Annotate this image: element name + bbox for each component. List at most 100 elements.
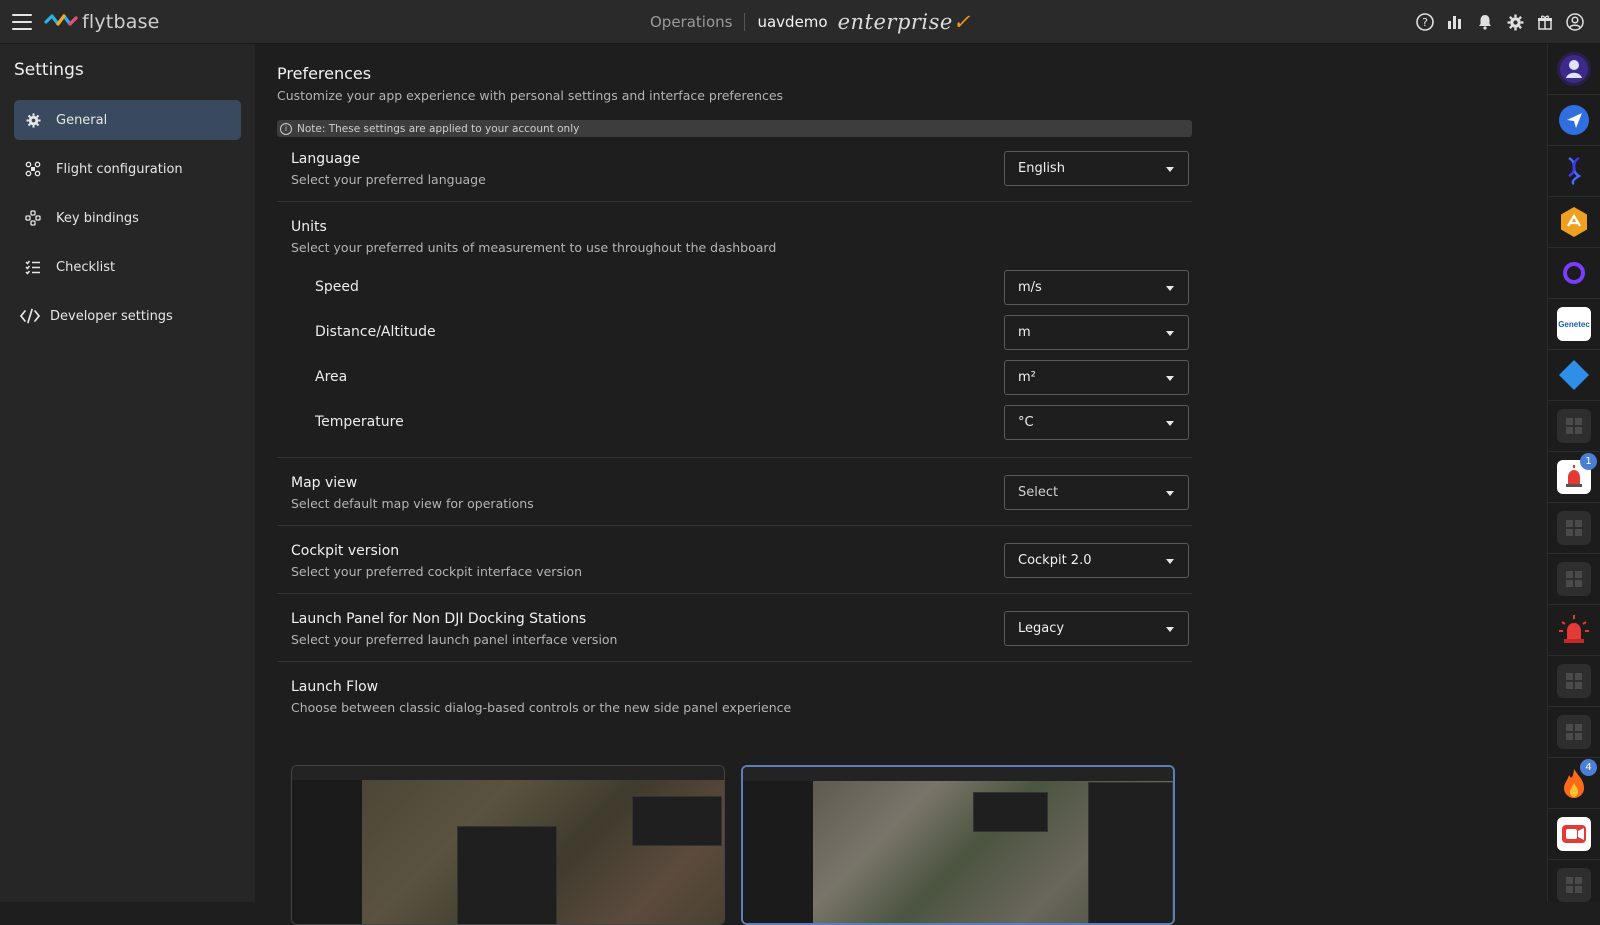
launch-flow-subtitle: Choose between classic dialog-based cont… xyxy=(291,700,792,715)
select-value: °C xyxy=(1018,415,1034,430)
area-label: Area xyxy=(315,369,348,385)
top-icons: ? xyxy=(1416,0,1584,44)
help-icon[interactable]: ? xyxy=(1416,13,1434,31)
placeholder-app-icon[interactable] xyxy=(1557,715,1591,749)
sidebar-title: Settings xyxy=(14,60,84,80)
speed-label: Speed xyxy=(315,279,359,295)
launch-flow-classic-option[interactable] xyxy=(291,765,725,925)
cockpit-select[interactable]: Cockpit 2.0 xyxy=(1004,543,1189,578)
nav-item-key-bindings[interactable]: Key bindings xyxy=(14,198,241,238)
workspace-header: Operations uavdemo enterprise✓ xyxy=(650,0,971,44)
app-rail: Genetec 1 4 xyxy=(1547,44,1600,902)
siren-app-icon[interactable] xyxy=(1557,613,1591,647)
caret-down-icon xyxy=(1166,286,1174,291)
caret-down-icon xyxy=(1166,421,1174,426)
nav-item-label: Flight configuration xyxy=(56,161,183,177)
nav-item-flight-configuration[interactable]: Flight configuration xyxy=(14,149,241,189)
placeholder-app-icon[interactable] xyxy=(1557,562,1591,596)
divider xyxy=(277,525,1192,526)
distance-altitude-label: Distance/Altitude xyxy=(315,324,436,340)
gear-icon[interactable] xyxy=(1506,13,1524,31)
map-view-select[interactable]: Select xyxy=(1004,475,1189,510)
launch-panel-select[interactable]: Legacy xyxy=(1004,611,1189,646)
top-bar: flytbase Operations uavdemo enterprise✓ … xyxy=(0,0,1600,44)
launch-panel-title: Launch Panel for Non DJI Docking Station… xyxy=(291,611,587,627)
settings-sidebar: Settings General Flight configuration Ke… xyxy=(0,44,255,902)
select-value: Select xyxy=(1018,485,1059,500)
select-value: English xyxy=(1018,161,1065,176)
caret-down-icon xyxy=(1166,627,1174,632)
language-subtitle: Select your preferred language xyxy=(291,172,486,187)
alarm-app-icon[interactable]: 1 xyxy=(1557,453,1597,494)
logo[interactable]: flytbase xyxy=(44,10,160,34)
code-icon xyxy=(20,307,40,325)
placeholder-app-icon[interactable] xyxy=(1557,868,1591,902)
bell-icon[interactable] xyxy=(1476,13,1494,31)
genetec-text: Genetec xyxy=(1558,319,1590,329)
analytics-icon[interactable] xyxy=(1446,13,1464,31)
temperature-select[interactable]: °C xyxy=(1004,405,1189,440)
checklist-icon xyxy=(24,258,42,276)
main-content: Preferences Customize your app experienc… xyxy=(255,44,1547,925)
cockpit-subtitle: Select your preferred cockpit interface … xyxy=(291,564,582,579)
user-icon[interactable] xyxy=(1566,13,1584,31)
dna-app-icon[interactable] xyxy=(1557,154,1591,188)
select-value: m/s xyxy=(1018,280,1042,295)
logo-text: flytbase xyxy=(82,11,160,33)
key-bindings-icon xyxy=(24,209,42,227)
select-value: Legacy xyxy=(1018,621,1065,636)
edition-label: enterprise✓ xyxy=(837,10,971,34)
svg-text:?: ? xyxy=(1422,16,1428,29)
caret-down-icon xyxy=(1166,167,1174,172)
select-value: m² xyxy=(1018,370,1036,385)
caret-down-icon xyxy=(1166,376,1174,381)
placeholder-app-icon[interactable] xyxy=(1557,511,1591,545)
placeholder-app-icon[interactable] xyxy=(1557,664,1591,698)
settings-nav: General Flight configuration Key binding… xyxy=(14,100,241,345)
operations-link[interactable]: Operations xyxy=(650,13,746,31)
send-app-icon[interactable] xyxy=(1557,103,1591,137)
map-view-subtitle: Select default map view for operations xyxy=(291,496,534,511)
account-note: i Note: These settings are applied to yo… xyxy=(277,120,1192,137)
ring-app-icon[interactable] xyxy=(1557,256,1591,290)
diamond-app-icon[interactable] xyxy=(1557,358,1591,392)
speed-select[interactable]: m/s xyxy=(1004,270,1189,305)
cockpit-title: Cockpit version xyxy=(291,543,400,559)
divider xyxy=(277,201,1192,202)
language-title: Language xyxy=(291,151,361,167)
nav-item-general[interactable]: General xyxy=(14,100,241,140)
org-name[interactable]: uavdemo xyxy=(745,13,827,31)
nav-item-label: Developer settings xyxy=(50,308,173,324)
hex-app-icon[interactable] xyxy=(1557,205,1591,239)
gift-icon[interactable] xyxy=(1536,13,1554,31)
notification-badge: 1 xyxy=(1580,453,1597,470)
divider xyxy=(277,661,1192,662)
units-title: Units xyxy=(291,219,327,235)
select-value: Cockpit 2.0 xyxy=(1018,553,1092,568)
nav-item-developer-settings[interactable]: Developer settings xyxy=(14,296,241,336)
caret-down-icon xyxy=(1166,331,1174,336)
temperature-label: Temperature xyxy=(315,414,404,430)
divider xyxy=(277,593,1192,594)
info-icon: i xyxy=(280,122,292,135)
genetec-app-icon[interactable]: Genetec xyxy=(1557,307,1591,341)
fire-app-icon[interactable]: 4 xyxy=(1557,759,1597,800)
area-select[interactable]: m² xyxy=(1004,360,1189,395)
profile-app-icon[interactable] xyxy=(1557,52,1591,86)
placeholder-app-icon[interactable] xyxy=(1557,409,1591,443)
caret-down-icon xyxy=(1166,491,1174,496)
launch-flow-title: Launch Flow xyxy=(291,679,379,695)
distance-altitude-select[interactable]: m xyxy=(1004,315,1189,350)
drone-icon xyxy=(24,160,42,178)
launch-flow-side-panel-option[interactable] xyxy=(741,765,1175,925)
camera-app-icon[interactable] xyxy=(1557,817,1591,851)
divider xyxy=(277,457,1192,458)
language-select[interactable]: English xyxy=(1004,151,1189,186)
select-value: m xyxy=(1018,325,1031,340)
nav-item-checklist[interactable]: Checklist xyxy=(14,247,241,287)
launch-panel-subtitle: Select your preferred launch panel inter… xyxy=(291,632,618,647)
caret-down-icon xyxy=(1166,559,1174,564)
map-view-title: Map view xyxy=(291,475,358,491)
page-title: Preferences xyxy=(277,64,372,83)
menu-icon[interactable] xyxy=(12,14,32,30)
